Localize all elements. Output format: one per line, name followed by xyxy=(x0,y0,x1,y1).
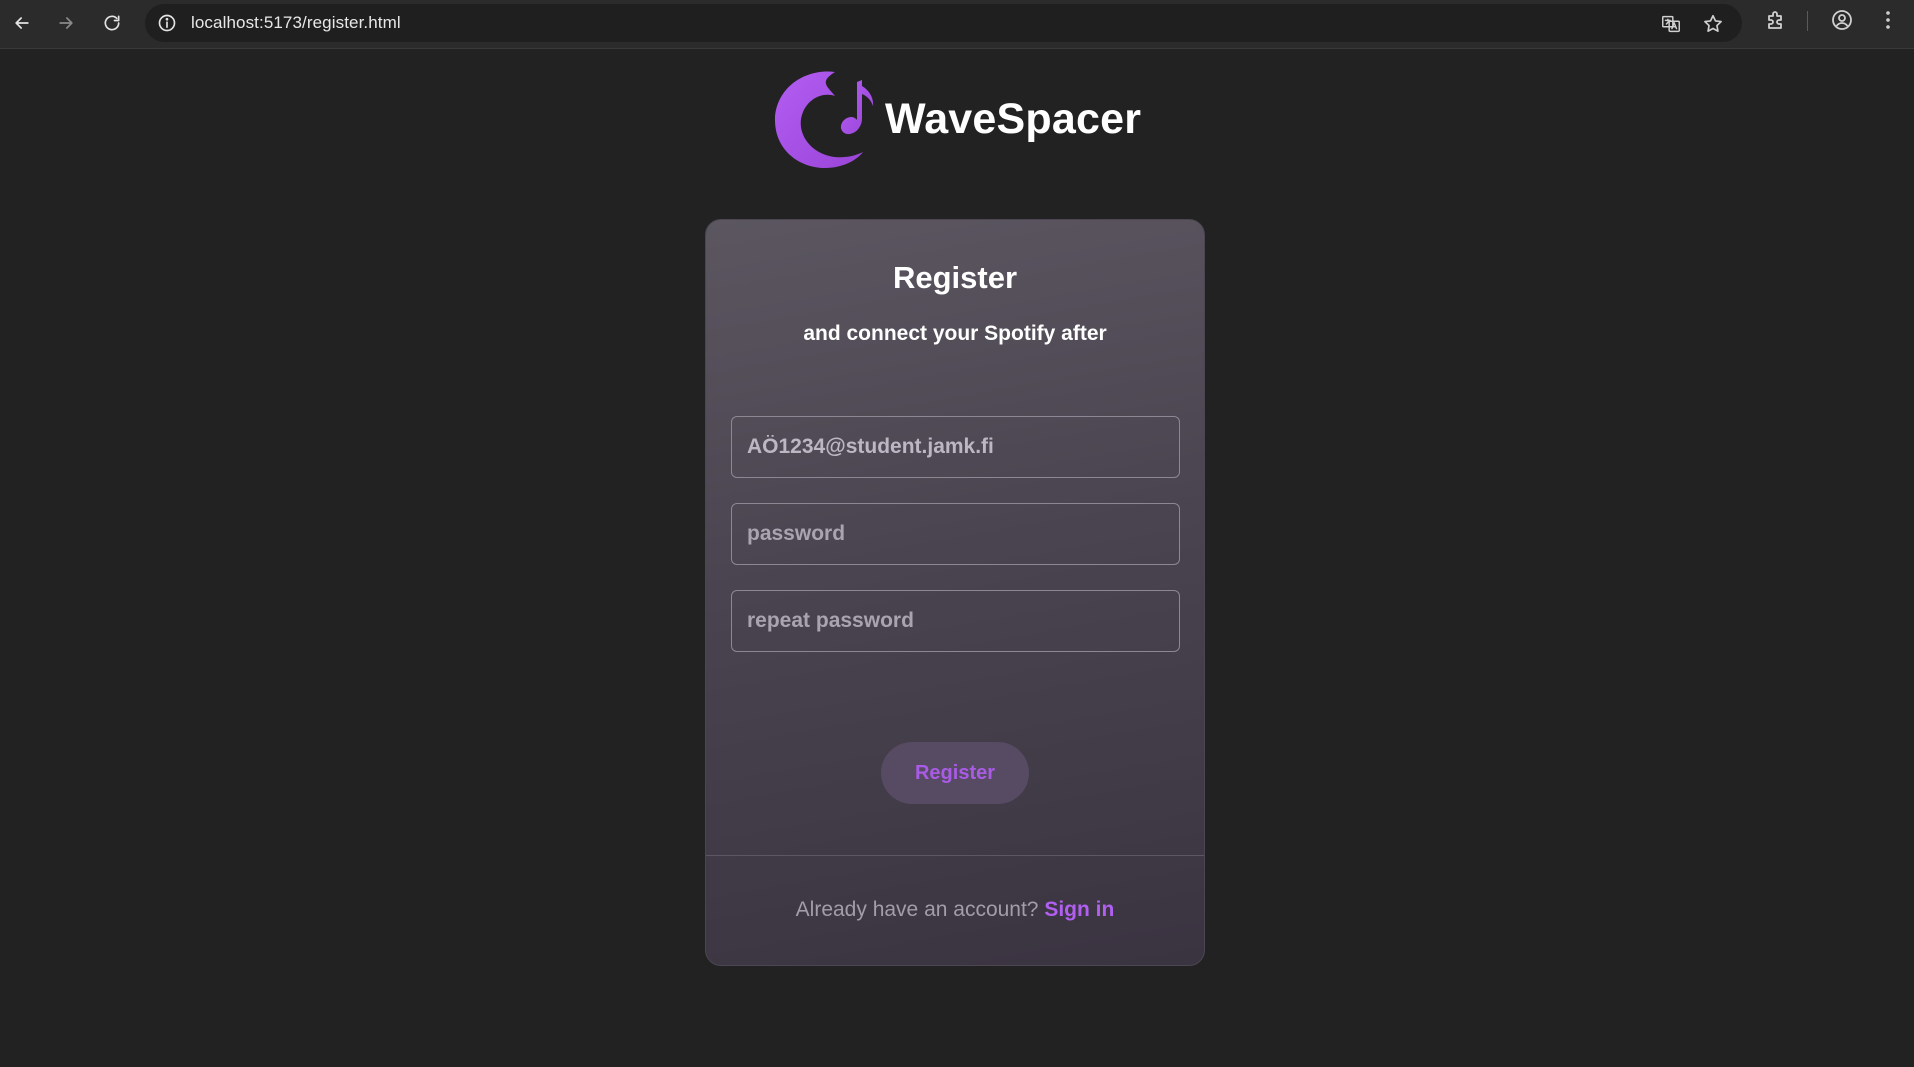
profile-icon[interactable] xyxy=(1830,8,1854,32)
menu-dots-icon[interactable] xyxy=(1876,8,1900,32)
email-field[interactable] xyxy=(731,416,1180,478)
bookmark-star-icon[interactable] xyxy=(1702,13,1724,35)
repeat-password-field[interactable] xyxy=(731,590,1180,652)
reload-icon[interactable] xyxy=(96,7,128,39)
extensions-icon[interactable] xyxy=(1764,8,1788,32)
card-divider xyxy=(706,855,1204,856)
back-arrow-icon[interactable] xyxy=(6,7,38,39)
signin-prompt: Already have an account? Sign in xyxy=(706,898,1204,922)
page-subtitle: and connect your Spotify after xyxy=(803,322,1107,345)
site-info-icon[interactable] xyxy=(157,13,177,33)
toolbar-separator xyxy=(1807,11,1808,31)
brand-logo[interactable]: WaveSpacer xyxy=(773,68,1141,170)
url-text[interactable]: localhost:5173/register.html xyxy=(191,13,401,33)
register-button[interactable]: Register xyxy=(881,742,1029,804)
page-title: Register xyxy=(892,260,1018,295)
address-bar[interactable]: localhost:5173/register.html xyxy=(145,4,1742,42)
password-field[interactable] xyxy=(731,503,1180,565)
register-card: Register and connect your Spotify after … xyxy=(705,219,1205,966)
brand-name: WaveSpacer xyxy=(885,94,1142,143)
translate-icon[interactable] xyxy=(1660,13,1682,35)
forward-arrow-icon[interactable] xyxy=(50,7,82,39)
signin-prompt-text: Already have an account? xyxy=(795,898,1039,921)
signin-link[interactable]: Sign in xyxy=(1044,898,1114,921)
wave-music-note-logo xyxy=(775,71,874,168)
browser-toolbar: localhost:5173/register.html xyxy=(0,0,1914,49)
